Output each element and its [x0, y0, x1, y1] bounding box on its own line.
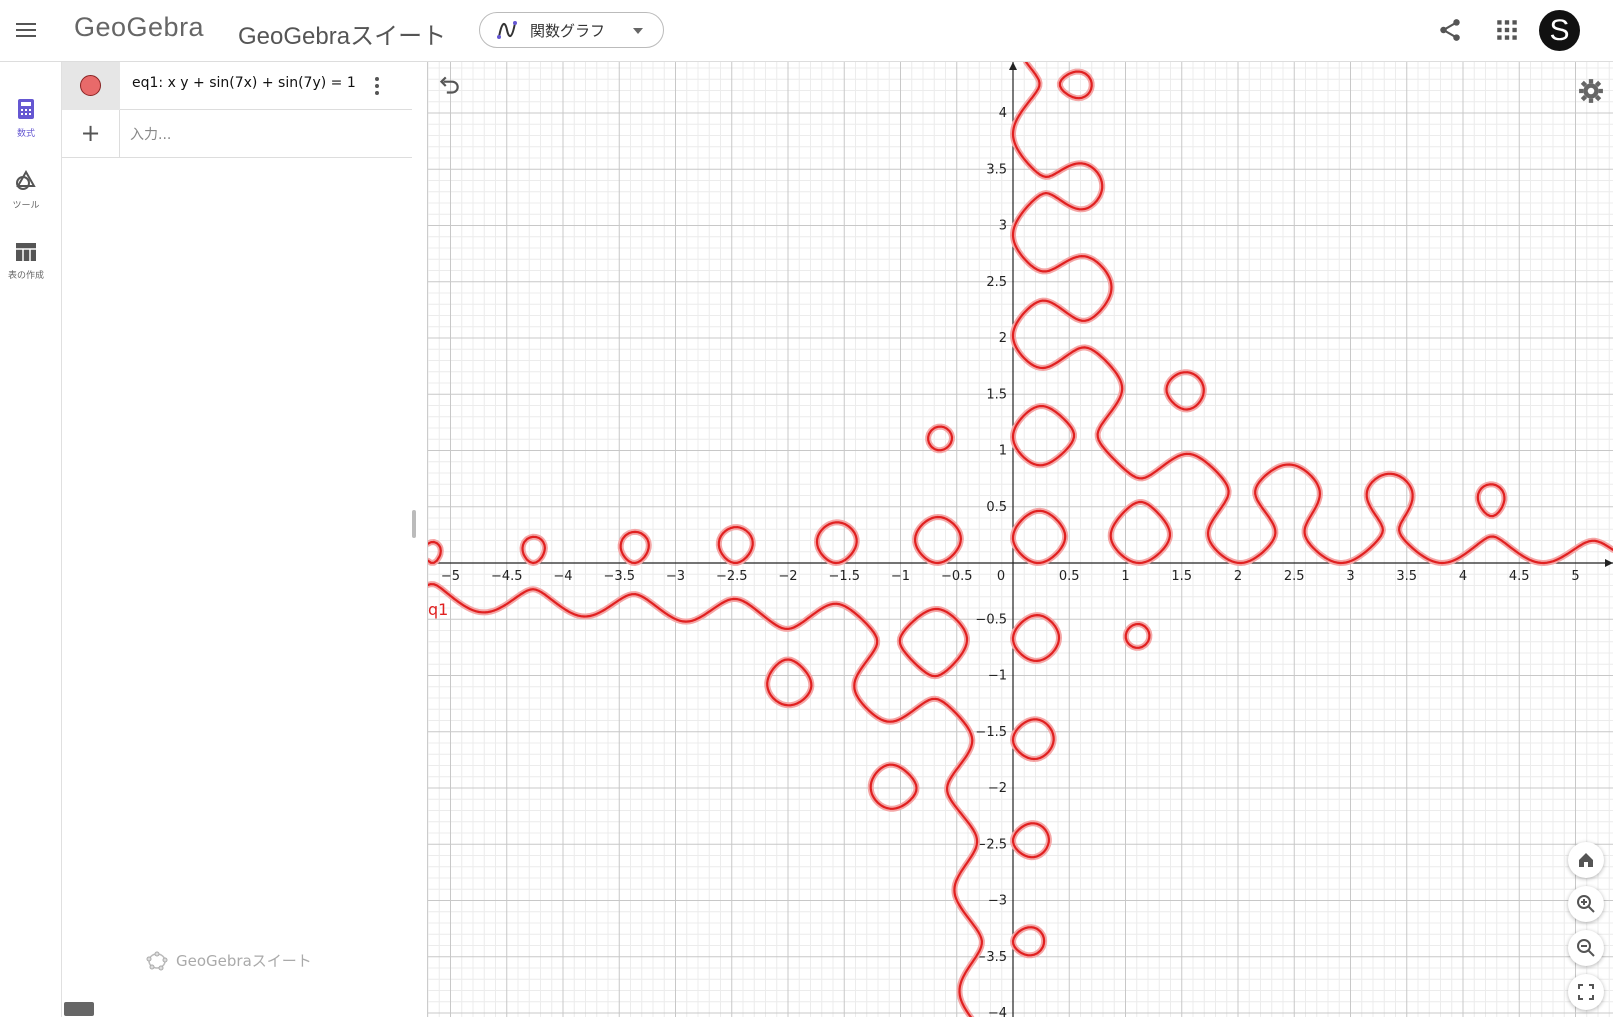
visibility-cell [62, 62, 120, 110]
zoom-out-icon [1577, 939, 1595, 957]
rail-item-algebra[interactable]: 数式 [0, 98, 52, 139]
rail-item-tools[interactable]: ツール [0, 169, 52, 211]
footer-brand-text: GeoGebraスイート [176, 952, 312, 970]
x-tick-label: −3.5 [603, 569, 635, 584]
keyboard-icon[interactable] [64, 1002, 94, 1016]
x-tick-label: 1 [1121, 569, 1129, 584]
x-tick-label: 0 [997, 569, 1005, 584]
app-switcher-dropdown[interactable]: 関数グラフ [479, 12, 664, 48]
x-tick-label: 0.5 [1059, 569, 1080, 584]
y-tick-label: −2.5 [975, 837, 1007, 852]
x-tick-label: −3 [666, 569, 685, 584]
algebra-view: eq1: x y + sin(7x) + sin(7y) = 1 + 入力...… [62, 62, 428, 1017]
x-tick-label: 4.5 [1509, 569, 1530, 584]
share-icon[interactable] [1437, 17, 1463, 43]
x-tick-label: 2 [1234, 569, 1242, 584]
y-tick-label: −1.5 [975, 725, 1007, 740]
top-bar: GeoGebra GeoGebraスイート 関数グラフ S [0, 0, 1613, 62]
home-button[interactable] [1568, 842, 1604, 878]
zoom-in-button[interactable] [1568, 886, 1604, 922]
geogebra-logo-icon [146, 951, 168, 970]
x-tick-label: 5 [1571, 569, 1579, 584]
y-tick-label: 1.5 [986, 387, 1007, 402]
panel-resize-handle[interactable] [412, 510, 416, 538]
curve-stroke[interactable] [428, 62, 1613, 1017]
y-axis-tick-labels: 43.532.521.510.5−0.5−1−1.5−2−2.5−3−3.5−4 [975, 106, 1007, 1017]
curve-halo [428, 62, 1613, 1017]
plus-icon[interactable]: + [62, 110, 120, 158]
fullscreen-icon [1578, 984, 1594, 1000]
algebra-input[interactable]: 入力... [130, 124, 171, 144]
settings-gear-icon[interactable] [1578, 78, 1604, 104]
footer-brand: GeoGebraスイート [146, 950, 312, 971]
side-rail: 数式 ツール 表の作成 [0, 62, 62, 1017]
y-tick-label: 2 [999, 331, 1007, 346]
rail-item-table[interactable]: 表の作成 [0, 242, 52, 281]
algebra-row[interactable]: eq1: x y + sin(7x) + sin(7y) = 1 [62, 62, 412, 110]
x-tick-label: −5 [441, 569, 460, 584]
x-tick-label: −1 [891, 569, 910, 584]
major-grid [428, 62, 1613, 1017]
curve-label: q1 [428, 600, 448, 619]
implicit-curve-eq1[interactable] [428, 62, 1613, 1017]
y-tick-label: −4 [988, 1006, 1007, 1017]
y-tick-label: −1 [988, 669, 1007, 684]
zoom-out-button[interactable] [1568, 930, 1604, 966]
x-tick-label: −0.5 [941, 569, 973, 584]
table-icon [16, 243, 36, 261]
rail-label-algebra: 数式 [16, 129, 35, 139]
chevron-down-icon [633, 28, 643, 34]
x-tick-label: 4 [1459, 569, 1467, 584]
app-switcher-label: 関数グラフ [530, 21, 606, 40]
rail-label-tools: ツール [12, 201, 40, 211]
calculator-icon [18, 99, 34, 119]
equation-definition[interactable]: eq1: x y + sin(7x) + sin(7y) = 1 [132, 75, 356, 91]
shapes-icon [16, 169, 36, 190]
y-tick-label: 2.5 [986, 275, 1007, 290]
x-tick-label: 1.5 [1171, 569, 1192, 584]
x-tick-label: 3 [1346, 569, 1354, 584]
y-tick-label: −2 [988, 781, 1007, 796]
y-tick-label: 1 [999, 444, 1007, 459]
y-tick-label: −3 [988, 894, 1007, 909]
zoom-in-icon [1577, 895, 1595, 913]
x-tick-label: −1.5 [828, 569, 860, 584]
visibility-toggle[interactable] [80, 75, 101, 96]
minor-grid [428, 62, 1613, 1017]
menu-icon[interactable] [14, 19, 38, 43]
undo-icon[interactable] [436, 73, 462, 99]
x-tick-label: 2.5 [1284, 569, 1305, 584]
user-avatar[interactable]: S [1539, 10, 1580, 51]
function-graph-icon [497, 21, 517, 39]
x-axis-tick-labels: −5 −4.5 −4 −3.5 −3 −2.5 −2 −1.5 −1 −0.5 0 0.5 1 1.5 2 2… [441, 569, 1580, 584]
rail-label-table: 表の作成 [7, 271, 44, 281]
app-title: GeoGebraスイート [238, 23, 447, 50]
axes [428, 62, 1613, 1017]
y-tick-label: −0.5 [975, 612, 1007, 627]
graphics-view[interactable]: −5 −4.5 −4 −3.5 −3 −2.5 −2 −1.5 −1 −0.5 0 0.5 1 1.5 2 2… [428, 62, 1613, 1017]
algebra-input-row[interactable]: + 入力... [62, 110, 412, 158]
x-tick-label: −4.5 [491, 569, 523, 584]
more-options-icon[interactable] [374, 76, 380, 96]
graph-canvas[interactable]: −5 −4.5 −4 −3.5 −3 −2.5 −2 −1.5 −1 −0.5 0 0.5 1 1.5 2 2… [428, 62, 1613, 1017]
y-tick-label: 3 [999, 219, 1007, 234]
x-tick-label: −2 [778, 569, 797, 584]
apps-grid-icon[interactable] [1494, 17, 1520, 43]
x-tick-label: −2.5 [716, 569, 748, 584]
y-tick-label: 0.5 [986, 500, 1007, 515]
fullscreen-button[interactable] [1568, 974, 1604, 1010]
home-icon [1579, 853, 1593, 867]
x-tick-label: −4 [553, 569, 572, 584]
geogebra-logo: GeoGebra [74, 12, 205, 42]
y-tick-label: 4 [999, 106, 1007, 121]
x-tick-label: 3.5 [1396, 569, 1417, 584]
y-tick-label: 3.5 [986, 162, 1007, 177]
